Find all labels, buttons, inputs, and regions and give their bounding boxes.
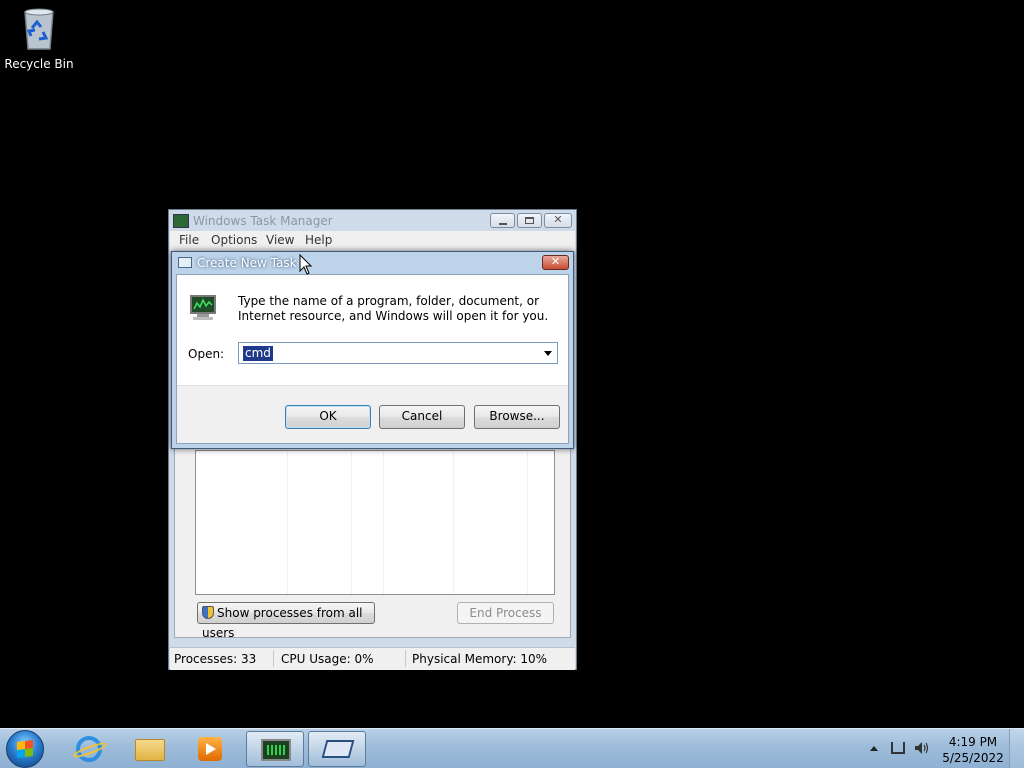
status-processes: Processes: 33 xyxy=(174,652,257,666)
menu-options[interactable]: Options xyxy=(211,233,257,247)
maximize-button[interactable] xyxy=(517,213,542,228)
mouse-cursor-icon xyxy=(299,254,313,275)
menu-file[interactable]: File xyxy=(179,233,199,247)
browse-button[interactable]: Browse... xyxy=(474,405,560,429)
run-program-icon xyxy=(190,295,216,320)
status-cpu: CPU Usage: 0% xyxy=(281,652,374,666)
clock-date: 5/25/2022 xyxy=(942,751,1004,765)
clock-time: 4:19 PM xyxy=(948,735,998,749)
dropdown-arrow-icon[interactable] xyxy=(544,351,552,356)
dialog-app-icon xyxy=(178,257,192,268)
create-new-task-dialog[interactable]: Create New Task ✕ Type the name of a pro… xyxy=(171,251,574,449)
minimize-icon xyxy=(499,223,507,225)
taskbar-task-manager[interactable] xyxy=(246,731,304,767)
taskbar-internet-explorer[interactable] xyxy=(60,731,118,767)
task-manager-icon xyxy=(261,739,291,761)
end-process-button[interactable]: End Process xyxy=(457,602,554,624)
dialog-title: Create New Task xyxy=(197,256,297,270)
taskbar: 4:19 PM 5/25/2022 xyxy=(0,728,1024,768)
task-manager-app-icon xyxy=(173,214,189,228)
media-player-icon xyxy=(198,737,222,761)
status-bar: Processes: 33 CPU Usage: 0% Physical Mem… xyxy=(170,647,575,670)
dialog-description: Type the name of a program, folder, docu… xyxy=(238,294,549,323)
recycle-bin-icon xyxy=(24,8,54,50)
taskbar-media-player[interactable] xyxy=(182,731,240,767)
show-hidden-icons-icon[interactable] xyxy=(870,746,878,751)
minimize-button[interactable] xyxy=(490,213,515,228)
dialog-close-button[interactable]: ✕ xyxy=(542,255,569,270)
uac-shield-icon xyxy=(202,606,214,619)
task-manager-title: Windows Task Manager xyxy=(193,214,333,228)
menu-view[interactable]: View xyxy=(266,233,294,247)
menu-help[interactable]: Help xyxy=(305,233,332,247)
network-icon[interactable] xyxy=(891,742,905,754)
run-dialog-icon xyxy=(321,740,355,758)
open-label: Open: xyxy=(188,347,225,361)
recycle-bin[interactable]: Recycle Bin xyxy=(4,6,74,71)
windows-explorer-icon xyxy=(135,739,165,761)
show-desktop-button[interactable] xyxy=(1009,729,1024,768)
show-processes-label: Show processes from all users xyxy=(202,606,363,640)
process-list[interactable] xyxy=(195,450,555,595)
windows-logo-icon xyxy=(17,739,33,759)
dialog-content: Type the name of a program, folder, docu… xyxy=(176,274,569,444)
show-processes-all-users-button[interactable]: Show processes from all users xyxy=(197,602,375,640)
system-clock[interactable]: 4:19 PM 5/25/2022 xyxy=(940,734,1006,766)
close-icon: ✕ xyxy=(553,213,563,226)
open-combobox[interactable]: cmd xyxy=(238,342,558,364)
taskbar-windows-explorer[interactable] xyxy=(121,731,179,767)
volume-icon[interactable] xyxy=(914,741,930,755)
internet-explorer-icon xyxy=(76,736,102,762)
close-icon: ✕ xyxy=(550,255,561,268)
menu-bar: File Options View Help xyxy=(170,231,575,251)
maximize-icon xyxy=(525,217,534,224)
close-button[interactable]: ✕ xyxy=(544,213,572,228)
recycle-bin-label: Recycle Bin xyxy=(4,57,74,71)
open-input-value[interactable]: cmd xyxy=(243,346,273,361)
start-button[interactable] xyxy=(6,730,44,768)
taskbar-run-dialog[interactable] xyxy=(308,731,366,767)
cancel-button[interactable]: Cancel xyxy=(379,405,465,429)
ok-button[interactable]: OK xyxy=(285,405,371,429)
status-memory: Physical Memory: 10% xyxy=(412,652,548,666)
